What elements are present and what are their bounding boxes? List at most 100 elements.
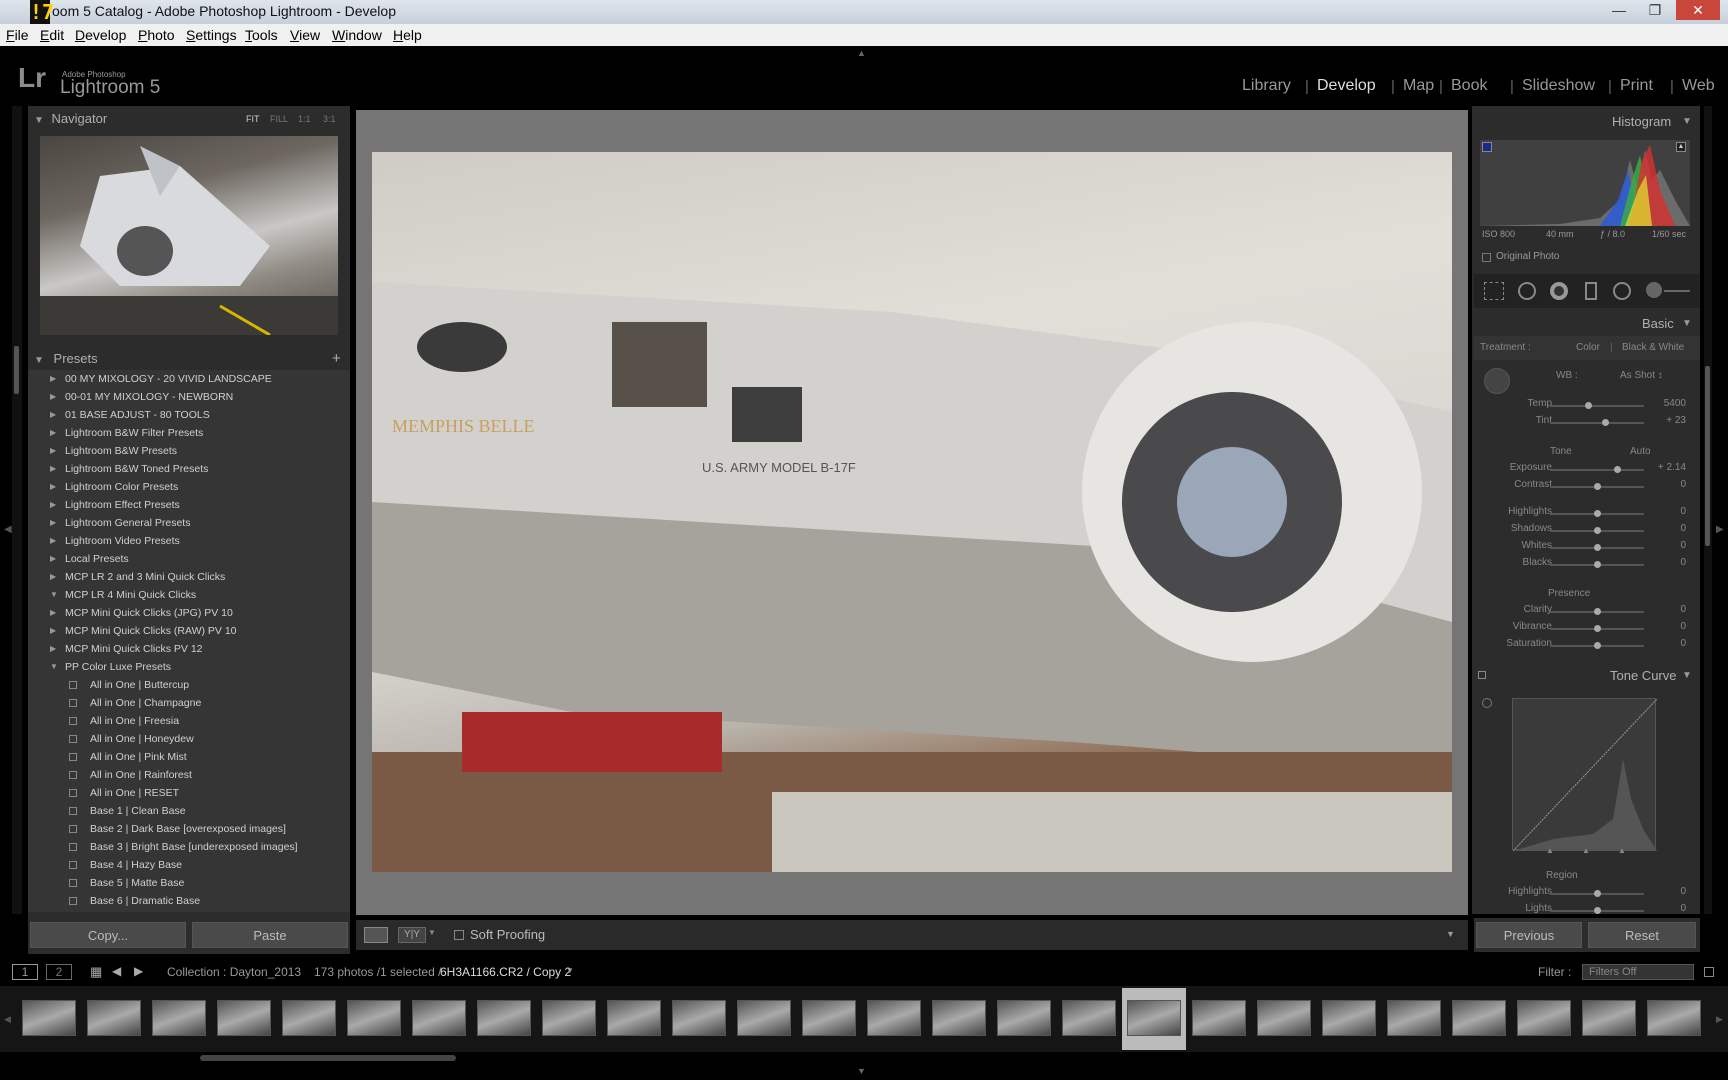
preset-item[interactable]: All in One | Champagne [28,694,350,712]
slider-thumb[interactable] [1594,608,1601,615]
filmstrip-thumbnail[interactable] [1127,1000,1181,1036]
filmstrip-thumbnail[interactable] [412,1000,466,1036]
filmstrip-thumbnail[interactable] [152,1000,206,1036]
slider-contrast[interactable]: Contrast 0 [1482,479,1692,495]
menu-settings[interactable]: Settings [186,27,237,43]
minimize-icon[interactable]: — [1604,0,1634,20]
tone-curve-header[interactable]: Tone Curve ▼ [1474,664,1700,686]
slider-temp[interactable]: Temp 5400 [1482,398,1692,414]
slider-exposure[interactable]: Exposure + 2.14 [1482,462,1692,478]
filmstrip-thumbnail[interactable] [607,1000,661,1036]
preset-folder[interactable]: ▶ Lightroom B&W Filter Presets [28,424,350,442]
navigator-preview[interactable] [40,136,338,337]
original-photo-checkbox[interactable] [1482,253,1491,262]
preset-folder[interactable]: ▶ Lightroom Effect Presets [28,496,350,514]
slider-thumb[interactable] [1594,544,1601,551]
menu-tools[interactable]: Tools [245,27,278,43]
filmstrip-thumbnail[interactable] [22,1000,76,1036]
preset-item[interactable]: All in One | Buttercup [28,676,350,694]
preset-folder[interactable]: ▶ MCP Mini Quick Clicks (JPG) PV 10 [28,604,350,622]
adjustment-brush-icon[interactable] [1646,282,1662,298]
left-panel-toggle-icon[interactable]: ◀ [4,524,12,535]
slider-value[interactable]: 0 [1646,886,1686,897]
navigator-header[interactable]: ▼ Navigator FIT FILL 1:1 3:1 [34,108,344,130]
menu-develop[interactable]: Develop [75,27,126,43]
slider-value[interactable]: 0 [1646,557,1686,568]
menu-help[interactable]: Help [393,27,422,43]
preset-folder[interactable]: ▶ 01 BASE ADJUST - 80 TOOLS [28,406,350,424]
red-eye-icon[interactable] [1550,282,1568,300]
collapse-top-icon[interactable]: ▲ [857,48,866,58]
menu-window[interactable]: Window [332,27,382,43]
module-print[interactable]: Print [1620,77,1653,95]
filmstrip-thumbnail[interactable] [542,1000,596,1036]
wb-eyedropper-icon[interactable] [1484,368,1510,394]
filmstrip-thumbnail[interactable] [1257,1000,1311,1036]
module-book[interactable]: Book [1451,77,1487,95]
targeted-adjust-icon[interactable] [1482,698,1492,708]
filmstrip-right-icon[interactable]: ▶ [1716,1014,1723,1025]
preset-item[interactable]: Base 4 | Hazy Base [28,856,350,874]
menu-file[interactable]: File [6,27,29,43]
preset-folder[interactable]: ▶ MCP Mini Quick Clicks (RAW) PV 10 [28,622,350,640]
forward-icon[interactable]: ▶ [134,964,143,978]
menu-view[interactable]: View [290,27,320,43]
filmstrip-thumbnail[interactable] [802,1000,856,1036]
add-preset-icon[interactable]: + [332,348,341,370]
tone-curve-toggle[interactable] [1478,671,1486,679]
slider-track[interactable] [1550,422,1644,424]
right-scrollbar[interactable] [1705,366,1710,546]
filmstrip-thumbnail[interactable] [1647,1000,1701,1036]
zoom-fit[interactable]: FIT [246,108,260,130]
curve-point-1[interactable]: ▲ [1546,846,1554,855]
zoom-fill[interactable]: FILL [270,108,288,130]
shadow-clip-icon[interactable] [1482,142,1492,152]
filmstrip-thumbnail[interactable] [1582,1000,1636,1036]
slider-value[interactable]: + 23 [1646,415,1686,426]
paste-button[interactable]: Paste [192,922,348,948]
tone-curve-graph[interactable] [1512,698,1658,852]
filmstrip-thumbnail[interactable] [1322,1000,1376,1036]
preset-folder[interactable]: ▼ MCP LR 4 Mini Quick Clicks [28,586,350,604]
menu-edit[interactable]: Edit [40,27,64,43]
filmstrip-thumbnail[interactable] [1062,1000,1116,1036]
filmstrip-thumbnail[interactable] [477,1000,531,1036]
close-icon[interactable]: ✕ [1676,0,1720,20]
treatment-bw[interactable]: Black & White [1622,342,1684,353]
slider-value[interactable]: 0 [1646,540,1686,551]
preset-item[interactable]: All in One | RESET [28,784,350,802]
slider-thumb[interactable] [1594,483,1601,490]
preset-folder[interactable]: ▶ Lightroom B&W Presets [28,442,350,460]
slider-highlights[interactable]: Highlights 0 [1482,506,1692,522]
grid-icon[interactable]: ▦ [90,964,102,980]
slider-value[interactable]: 0 [1646,506,1686,517]
module-web[interactable]: Web [1682,77,1715,95]
filmstrip-thumbnail[interactable] [1192,1000,1246,1036]
module-map[interactable]: Map [1403,77,1434,95]
slider-thumb[interactable] [1594,890,1601,897]
slider-blacks[interactable]: Blacks 0 [1482,557,1692,573]
main-photo[interactable]: MEMPHIS BELLE U.S. ARMY MODEL B-17F [372,152,1452,872]
crop-tool-icon[interactable] [1484,282,1504,300]
slider-thumb[interactable] [1594,510,1601,517]
slider-tint[interactable]: Tint + 23 [1482,415,1692,431]
slider-value[interactable]: 0 [1646,604,1686,615]
left-scrollbar[interactable] [14,346,19,394]
window-2-button[interactable]: 2 [46,964,72,980]
histogram-title[interactable]: Histogram [1612,114,1671,129]
slider-value[interactable]: 0 [1646,903,1686,914]
filter-lock-icon[interactable] [1704,967,1714,977]
preset-folder[interactable]: ▶ MCP LR 2 and 3 Mini Quick Clicks [28,568,350,586]
slider-track[interactable] [1550,469,1644,471]
filename-dropdown-icon[interactable]: ▼ [566,966,574,975]
slider-thumb[interactable] [1601,419,1609,426]
slider-vibrance[interactable]: Vibrance 0 [1482,621,1692,637]
right-panel-toggle-icon[interactable]: ▶ [1716,524,1724,535]
basic-collapse-icon[interactable]: ▼ [1682,318,1692,329]
filmstrip-thumbnail[interactable] [867,1000,921,1036]
filmstrip-thumbnail[interactable] [1517,1000,1571,1036]
filmstrip-thumbnail[interactable] [282,1000,336,1036]
filmstrip-thumbnail[interactable] [672,1000,726,1036]
filmstrip-thumbnail[interactable] [347,1000,401,1036]
filmstrip-thumbnail[interactable] [1387,1000,1441,1036]
